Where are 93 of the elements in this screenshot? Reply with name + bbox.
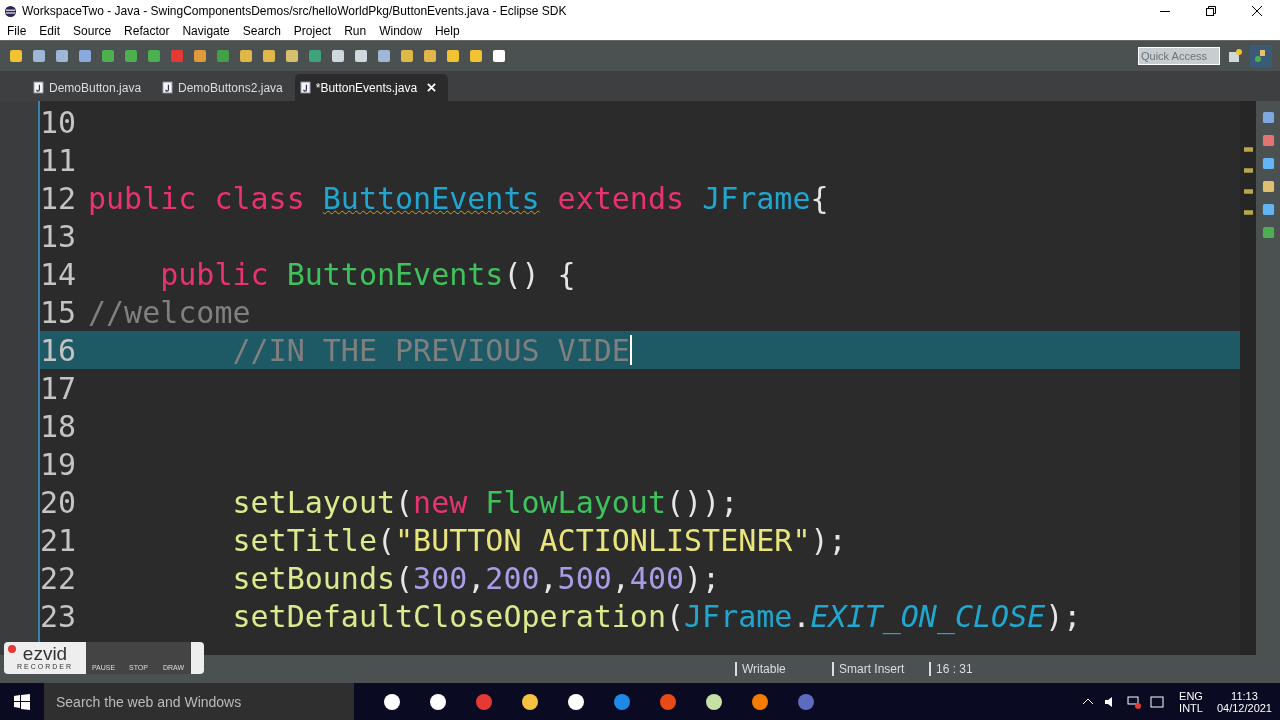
recorder-logo: ezvid [22, 644, 68, 663]
taskbar-app-icon[interactable] [520, 691, 540, 712]
line-number: 18 [40, 408, 78, 444]
tab-label: DemoButtons2.java [178, 80, 283, 95]
eclipse-icon [4, 4, 17, 18]
line-number: 17 [40, 370, 78, 406]
overview-marker [1243, 147, 1253, 152]
toolbar-icon[interactable] [330, 48, 346, 64]
code-line: public class ButtonEvents extends JFrame{ [88, 180, 829, 216]
status-field: Writable [735, 662, 832, 676]
menu-item[interactable]: Navigate [182, 24, 230, 38]
menu-item[interactable]: Window [379, 24, 422, 38]
restore-icon[interactable] [1206, 6, 1216, 16]
toolbar-icon[interactable] [238, 48, 254, 64]
taskbar-app-icon[interactable] [428, 691, 448, 712]
toolbar-icon[interactable] [54, 48, 70, 64]
code-line: //IN THE PREVIOUS VIDE [231, 332, 630, 368]
view-icon[interactable] [1261, 226, 1275, 239]
java-file-icon [33, 81, 44, 94]
toolbar-icon[interactable] [77, 48, 93, 64]
toolbar-icon[interactable] [353, 48, 369, 64]
code-line: public ButtonEvents() { [159, 256, 576, 292]
view-icon[interactable] [1261, 157, 1275, 170]
quick-access-field[interactable]: Quick Access [1138, 47, 1220, 65]
line-number: 19 [40, 446, 78, 482]
overview-marker [1243, 189, 1253, 194]
menu-item[interactable]: Run [344, 24, 367, 38]
tab-label: *ButtonEvents.java [315, 80, 418, 95]
menu-item[interactable]: File [7, 24, 27, 38]
overview-marker [1243, 168, 1253, 173]
menu-item[interactable]: Source [73, 24, 112, 38]
notification-icon[interactable] [1150, 694, 1165, 709]
close-icon[interactable] [1252, 6, 1262, 16]
perspective-icon[interactable] [1227, 48, 1243, 64]
java-file-icon [299, 81, 311, 94]
menu-item[interactable]: Help [434, 24, 460, 38]
toolbar-icon[interactable] [261, 48, 277, 64]
toolbar-icon[interactable] [8, 48, 24, 64]
line-number: 10 [40, 104, 78, 140]
taskbar-app-icon[interactable] [382, 691, 402, 712]
editor-tab[interactable]: DemoButtons2.java [157, 74, 295, 101]
view-icon[interactable] [1261, 134, 1275, 147]
clock-time[interactable]: 11:13 [1231, 689, 1258, 702]
line-number: 21 [40, 522, 78, 558]
code-line: setTitle("BUTTON ACTIONLISTENER"); [231, 522, 847, 558]
editor-tab[interactable]: DemoButton.java [28, 74, 157, 101]
toolbar-icon[interactable] [284, 48, 300, 64]
line-number: 22 [40, 560, 78, 596]
taskbar-app-icon[interactable] [566, 691, 586, 712]
line-number: 12 [40, 180, 78, 216]
java-perspective-icon[interactable] [1250, 45, 1272, 67]
line-number: 16 [40, 332, 78, 368]
taskbar-app-icon[interactable] [704, 691, 724, 712]
overview-marker [1243, 210, 1253, 215]
view-icon[interactable] [1261, 111, 1275, 124]
language-indicator[interactable]: ENG [1179, 689, 1203, 702]
toolbar-icon[interactable] [376, 48, 392, 64]
tab-label: DemoButton.java [49, 80, 142, 95]
clock-date[interactable]: 04/12/2021 [1216, 701, 1272, 714]
line-number: 11 [40, 142, 78, 178]
line-number: 13 [40, 218, 78, 254]
line-number: 23 [40, 598, 78, 634]
layout-indicator[interactable]: INTL [1179, 701, 1203, 714]
toolbar-icon[interactable] [422, 48, 438, 64]
taskbar-search-field[interactable]: Search the web and Windows [44, 683, 354, 720]
line-number: 14 [40, 256, 78, 292]
editor-tab[interactable]: *ButtonEvents.java [294, 74, 449, 101]
code-line: setBounds(300,200,500,400); [231, 560, 721, 596]
view-icon[interactable] [1261, 180, 1275, 193]
record-dot-icon [8, 645, 16, 653]
window-title: WorkspaceTwo - Java - SwingComponentsDemos/src/helloWorldPkg/ButtonEvents.java - Eclipse SDK [22, 4, 568, 18]
network-icon[interactable] [1127, 694, 1142, 709]
line-number: 15 [40, 294, 78, 330]
text-cursor [629, 335, 632, 365]
line-number: 20 [40, 484, 78, 520]
status-field: 16 : 31 [929, 662, 1026, 676]
code-line: //welcome [88, 294, 251, 330]
view-icon[interactable] [1261, 203, 1275, 216]
code-line: setDefaultCloseOperation(JFrame.EXIT_ON_CLOSE); [231, 598, 1082, 634]
toolbar-icon[interactable] [399, 48, 415, 64]
code-line: setLayout(new FlowLayout()); [231, 484, 739, 520]
menu-item[interactable]: Project [293, 24, 332, 38]
status-field: Smart Insert [832, 662, 929, 676]
taskbar-app-icon[interactable] [750, 691, 770, 712]
menu-item[interactable]: Refactor [124, 24, 170, 38]
toolbar-icon[interactable] [468, 48, 484, 64]
menu-item[interactable]: Edit [39, 24, 61, 38]
toolbar-icon[interactable] [31, 48, 47, 64]
java-file-icon [162, 81, 173, 94]
menu-item[interactable]: Search [242, 24, 281, 38]
toolbar-icon[interactable] [491, 48, 507, 64]
toolbar-icon[interactable] [445, 48, 461, 64]
toolbar-icon[interactable] [192, 48, 208, 64]
